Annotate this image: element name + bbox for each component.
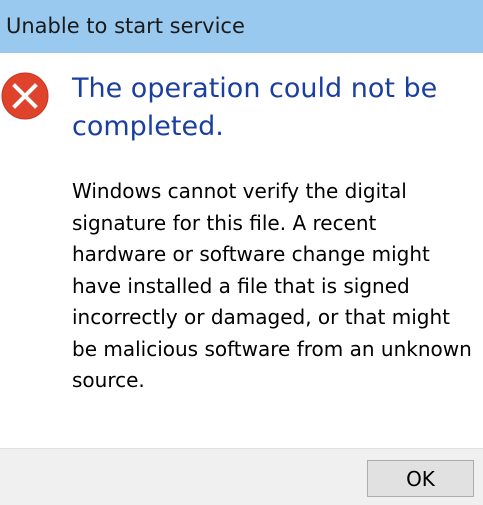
error-icon (1, 72, 49, 120)
dialog-heading: The operation could not be completed. (72, 73, 438, 142)
ok-button[interactable]: OK (367, 460, 474, 497)
error-dialog: Unable to start service The operation co… (0, 0, 483, 505)
dialog-message: Windows cannot verify the digital signat… (72, 179, 472, 392)
button-bar: OK (0, 448, 483, 505)
title-bar[interactable]: Unable to start service (0, 0, 483, 53)
window-title: Unable to start service (6, 14, 245, 38)
